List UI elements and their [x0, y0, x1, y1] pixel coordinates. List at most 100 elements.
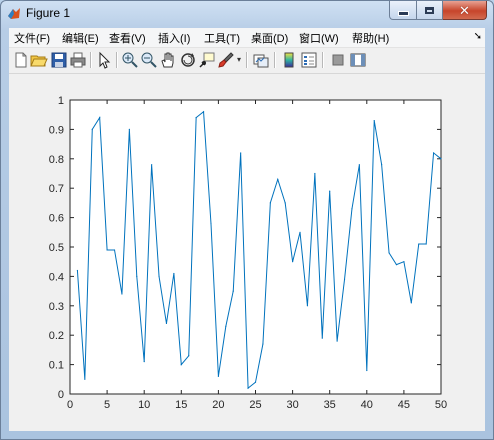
menu-tools[interactable]: 工具(T) — [204, 30, 240, 46]
data-point — [210, 222, 212, 225]
data-point — [188, 355, 190, 357]
y-tick-label: 0.7 — [49, 183, 64, 195]
data-point — [432, 152, 435, 154]
new-figure-icon[interactable] — [12, 51, 30, 69]
data-point — [151, 164, 153, 166]
print-icon[interactable] — [69, 51, 87, 69]
x-tick-label: 20 — [212, 399, 224, 411]
toolbar-separator — [274, 52, 276, 68]
data-point — [336, 340, 338, 342]
data-point — [240, 152, 242, 154]
x-tick-label: 5 — [104, 399, 110, 411]
toolbar-separator — [246, 52, 248, 68]
data-point — [277, 178, 279, 180]
menu-insert[interactable]: 插入(I) — [158, 30, 190, 46]
data-point — [343, 278, 346, 280]
zoom-out-icon[interactable] — [140, 51, 158, 69]
select-arrow-icon[interactable] — [95, 51, 113, 69]
data-point — [269, 202, 271, 204]
show-plot-tools-icon[interactable] — [349, 51, 367, 69]
data-point — [136, 275, 138, 277]
x-tick-label: 0 — [67, 399, 73, 411]
figure-window: Figure 1 ✕ 文件(F) 编辑(E) 查看(V) 插入(I) 工具(T)… — [0, 0, 494, 440]
y-tick-label: 0 — [58, 389, 64, 401]
y-tick-label: 0.9 — [49, 124, 64, 136]
data-point — [306, 305, 309, 307]
maximize-button[interactable] — [417, 1, 443, 20]
data-point — [254, 381, 257, 383]
brush-icon[interactable] — [217, 51, 235, 69]
data-point — [84, 378, 86, 380]
x-tick-label: 40 — [361, 399, 373, 411]
figure-client-area: 文件(F) 编辑(E) 查看(V) 插入(I) 工具(T) 桌面(D) 窗口(W… — [9, 28, 485, 431]
zoom-in-icon[interactable] — [121, 51, 139, 69]
menu-edit[interactable]: 编辑(E) — [62, 30, 99, 46]
close-icon: ✕ — [459, 2, 470, 18]
window-title: Figure 1 — [26, 6, 71, 20]
minimize-icon — [397, 10, 409, 16]
data-point — [113, 249, 116, 251]
maximize-icon — [425, 6, 434, 14]
menu-help[interactable]: 帮助(H) — [352, 30, 389, 46]
close-button[interactable]: ✕ — [443, 1, 487, 20]
pan-hand-icon[interactable] — [159, 51, 177, 69]
y-tick-label: 0.4 — [49, 271, 64, 283]
data-point — [262, 343, 264, 345]
data-point — [165, 322, 168, 325]
data-point — [217, 375, 219, 377]
data-point — [232, 290, 234, 292]
data-point — [440, 158, 442, 160]
data-point — [395, 264, 398, 266]
window-controls: ✕ — [389, 1, 487, 20]
data-point — [225, 325, 227, 327]
toolbar-separator — [116, 52, 118, 68]
menu-file[interactable]: 文件(F) — [14, 30, 50, 46]
data-point — [373, 119, 375, 122]
data-point — [418, 243, 420, 245]
dock-arrow-icon[interactable]: ➘ — [474, 31, 482, 42]
rotate-3d-icon[interactable] — [179, 51, 197, 69]
x-tick-label: 10 — [138, 399, 150, 411]
data-point — [314, 172, 316, 175]
y-tick-label: 1 — [58, 95, 64, 107]
data-point — [299, 231, 301, 233]
data-point — [403, 261, 405, 263]
matlab-app-icon — [8, 8, 20, 19]
menu-desktop[interactable]: 桌面(D) — [251, 30, 288, 46]
toolbar-separator — [322, 52, 324, 68]
line-plot[interactable]: 0 5 10 15 20 25 30 35 40 45 50 0 0.1 0.2 0.3 0.4 0.5 0.6 0… — [9, 74, 485, 431]
x-tick-label: 35 — [324, 399, 336, 411]
data-point — [173, 272, 175, 275]
axes-box — [69, 99, 442, 395]
data-point — [91, 128, 93, 130]
y-tick-label: 0.6 — [49, 213, 64, 225]
data-point — [121, 293, 123, 295]
figure-canvas[interactable]: 0 5 10 15 20 25 30 35 40 45 50 0 0.1 0.2 0.3 0.4 0.5 0.6 0… — [9, 74, 485, 431]
title-bar[interactable]: Figure 1 ✕ — [1, 1, 493, 26]
minimize-button[interactable] — [389, 1, 417, 20]
data-point — [351, 208, 353, 210]
data-cursor-icon[interactable] — [198, 51, 216, 69]
brush-dropdown-icon[interactable]: ▾ — [235, 51, 243, 69]
data-point — [366, 369, 368, 372]
y-tick-label: 0.5 — [49, 242, 64, 254]
data-point — [388, 252, 390, 254]
x-tick-label: 45 — [398, 399, 410, 411]
save-icon[interactable] — [50, 51, 68, 69]
data-point — [284, 202, 286, 204]
menu-view[interactable]: 查看(V) — [109, 30, 146, 46]
x-tick-label: 25 — [249, 399, 261, 411]
figure-toolbar: ▾ — [9, 48, 485, 74]
data-point — [202, 111, 205, 113]
insert-legend-icon[interactable] — [300, 51, 318, 69]
insert-colorbar-icon[interactable] — [280, 51, 298, 69]
x-tick-label: 15 — [175, 399, 187, 411]
x-tick-label: 50 — [435, 399, 447, 411]
hide-plot-tools-icon[interactable] — [329, 51, 347, 69]
data-point — [329, 190, 331, 192]
data-point — [292, 261, 294, 263]
link-plot-icon[interactable] — [252, 51, 270, 69]
data-point — [106, 249, 108, 251]
open-file-icon[interactable] — [30, 51, 48, 69]
menu-window[interactable]: 窗口(W) — [299, 30, 339, 46]
